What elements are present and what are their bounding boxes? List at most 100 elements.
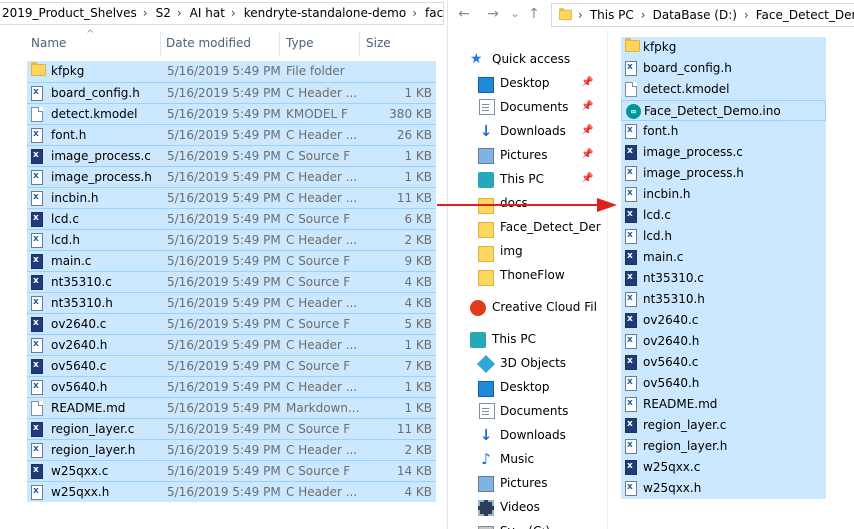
- nav-item[interactable]: Desktop 📌: [478, 72, 603, 94]
- breadcrumb-chevron-icon[interactable]: ›: [406, 3, 423, 24]
- column-divider[interactable]: [359, 32, 360, 56]
- file-row[interactable]: detect.kmodel 5/16/2019 5:49 PM KMODEL F 38…: [27, 103, 436, 124]
- file-item[interactable]: lcd.c: [621, 205, 826, 226]
- file-item[interactable]: region_layer.h: [621, 436, 826, 457]
- file-row[interactable]: region_layer.c 5/16/2019 5:49 PM C Source …: [27, 418, 436, 439]
- file-item[interactable]: ov2640.h: [621, 331, 826, 352]
- nav-item[interactable]: Videos: [478, 496, 603, 518]
- address-bar[interactable]: 2019_Product_Shelves › S2 › AI hat › kendryte-…: [0, 2, 444, 25]
- file-row[interactable]: ov5640.h 5/16/2019 5:49 PM C Header ... 1 K…: [27, 376, 436, 397]
- column-header-name[interactable]: Name: [31, 36, 66, 50]
- breadcrumb-item[interactable]: face_detect: [423, 3, 443, 24]
- column-header-size[interactable]: Size: [366, 36, 391, 50]
- file-item[interactable]: w25qxx.c: [621, 457, 826, 478]
- file-item[interactable]: image_process.c: [621, 142, 826, 163]
- pin-icon[interactable]: 📌: [581, 96, 593, 118]
- file-row[interactable]: image_process.h 5/16/2019 5:49 PM C Header…: [27, 166, 436, 187]
- vertical-scrollbar[interactable]: [436, 30, 444, 529]
- file-row[interactable]: README.md 5/16/2019 5:49 PM Markdown... 1 K…: [27, 397, 436, 418]
- nav-item[interactable]: Pictures 📌: [478, 144, 603, 166]
- pin-icon[interactable]: 📌: [581, 120, 593, 142]
- file-row[interactable]: nt35310.c 5/16/2019 5:49 PM C Source F 4 KB: [27, 271, 436, 292]
- breadcrumb-chevron-icon[interactable]: ›: [137, 3, 154, 24]
- file-item[interactable]: kfpkg: [621, 37, 826, 58]
- column-divider[interactable]: [160, 32, 161, 56]
- file-date-modified: 5/16/2019 5:49 PM: [167, 338, 281, 352]
- nav-item[interactable]: Documents: [478, 400, 603, 422]
- file-row[interactable]: image_process.c 5/16/2019 5:49 PM C Source…: [27, 145, 436, 166]
- up-button[interactable]: ↑: [525, 5, 543, 23]
- breadcrumb-item[interactable]: DataBase (D:): [653, 8, 737, 22]
- file-item[interactable]: incbin.h: [621, 184, 826, 205]
- breadcrumb-item[interactable]: S2: [154, 3, 171, 24]
- breadcrumb-chevron-icon[interactable]: ›: [578, 8, 590, 22]
- file-item[interactable]: main.c: [621, 247, 826, 268]
- nav-item[interactable]: Documents 📌: [478, 96, 603, 118]
- file-item[interactable]: region_layer.c: [621, 415, 826, 436]
- file-row[interactable]: w25qxx.c 5/16/2019 5:49 PM C Source F 14 KB: [27, 460, 436, 481]
- file-row[interactable]: lcd.c 5/16/2019 5:49 PM C Source F 6 KB: [27, 208, 436, 229]
- nav-item[interactable]: This PC: [470, 328, 595, 350]
- nav-item[interactable]: img: [478, 240, 603, 262]
- file-item[interactable]: image_process.h: [621, 163, 826, 184]
- file-item[interactable]: lcd.h: [621, 226, 826, 247]
- c-header-file-icon: [625, 187, 637, 202]
- nav-item[interactable]: ★ Quick access: [470, 48, 595, 70]
- file-row[interactable]: kfpkg 5/16/2019 5:49 PM File folder: [27, 61, 436, 82]
- file-item[interactable]: w25qxx.h: [621, 478, 826, 499]
- column-header-type[interactable]: Type: [286, 36, 314, 50]
- file-row[interactable]: nt35310.h 5/16/2019 5:49 PM C Header ... 4 …: [27, 292, 436, 313]
- pane-divider[interactable]: [607, 30, 608, 529]
- file-row[interactable]: ov5640.c 5/16/2019 5:49 PM C Source F 7 KB: [27, 355, 436, 376]
- file-item[interactable]: ov2640.c: [621, 310, 826, 331]
- file-row[interactable]: region_layer.h 5/16/2019 5:49 PM C Header …: [27, 439, 436, 460]
- nav-item[interactable]: ↓ Downloads: [478, 424, 603, 446]
- file-row[interactable]: w25qxx.h 5/16/2019 5:49 PM C Header ... 4 K…: [27, 481, 436, 502]
- breadcrumb-item[interactable]: Face_Detect_Demo: [756, 8, 854, 22]
- file-item[interactable]: ov5640.h: [621, 373, 826, 394]
- file-item[interactable]: ∞ Face_Detect_Demo.ino: [621, 100, 826, 121]
- file-item[interactable]: detect.kmodel: [621, 79, 826, 100]
- breadcrumb-chevron-icon[interactable]: ›: [225, 3, 242, 24]
- file-row[interactable]: lcd.h 5/16/2019 5:49 PM C Header ... 2 KB: [27, 229, 436, 250]
- breadcrumb-chevron-icon[interactable]: ›: [634, 8, 653, 22]
- file-row[interactable]: ov2640.h 5/16/2019 5:49 PM C Header ... 1 K…: [27, 334, 436, 355]
- nav-item[interactable]: Sy... (C:): [478, 520, 603, 529]
- c-source-file-icon: [625, 145, 637, 160]
- file-row[interactable]: board_config.h 5/16/2019 5:49 PM C Header …: [27, 82, 436, 103]
- back-button[interactable]: ←: [455, 5, 473, 23]
- file-item[interactable]: nt35310.h: [621, 289, 826, 310]
- column-divider[interactable]: [279, 32, 280, 56]
- breadcrumb-item[interactable]: This PC: [590, 8, 634, 22]
- file-row[interactable]: incbin.h 5/16/2019 5:49 PM C Header ... 11 …: [27, 187, 436, 208]
- pin-icon[interactable]: 📌: [581, 168, 593, 190]
- pin-icon[interactable]: 📌: [581, 72, 593, 94]
- nav-item[interactable]: ThoneFlow: [478, 264, 603, 286]
- nav-item[interactable]: ↓ Downloads 📌: [478, 120, 603, 142]
- breadcrumb-chevron-icon[interactable]: ›: [737, 8, 756, 22]
- breadcrumb-item[interactable]: AI hat: [188, 3, 225, 24]
- breadcrumb-item[interactable]: kendryte-standalone-demo: [242, 3, 407, 24]
- file-item[interactable]: font.h: [621, 121, 826, 142]
- file-item[interactable]: README.md: [621, 394, 826, 415]
- nav-item[interactable]: Pictures: [478, 472, 603, 494]
- nav-item[interactable]: 3D Objects: [476, 352, 603, 374]
- recent-locations-button[interactable]: ⌄: [506, 5, 524, 23]
- breadcrumb-chevron-icon[interactable]: ›: [171, 3, 188, 24]
- nav-item[interactable]: ♪ Music: [478, 448, 603, 470]
- column-header-date[interactable]: Date modified: [166, 36, 251, 50]
- address-bar[interactable]: ›This PC›DataBase (D:)›Face_Detect_Demo: [551, 3, 854, 27]
- file-row[interactable]: main.c 5/16/2019 5:49 PM C Source F 9 KB: [27, 250, 436, 271]
- breadcrumb-item[interactable]: 2019_Product_Shelves: [0, 3, 137, 24]
- file-item[interactable]: nt35310.c: [621, 268, 826, 289]
- nav-item[interactable]: Face_Detect_Der: [478, 216, 603, 238]
- pin-icon[interactable]: 📌: [581, 144, 593, 166]
- nav-item[interactable]: Desktop: [478, 376, 603, 398]
- nav-item[interactable]: Creative Cloud Fil: [470, 296, 597, 318]
- file-row[interactable]: font.h 5/16/2019 5:49 PM C Header ... 26 KB: [27, 124, 436, 145]
- forward-button[interactable]: →: [484, 5, 502, 23]
- file-item[interactable]: board_config.h: [621, 58, 826, 79]
- file-row[interactable]: ov2640.c 5/16/2019 5:49 PM C Source F 5 KB: [27, 313, 436, 334]
- file-item[interactable]: ov5640.c: [621, 352, 826, 373]
- nav-item[interactable]: This PC 📌: [478, 168, 603, 190]
